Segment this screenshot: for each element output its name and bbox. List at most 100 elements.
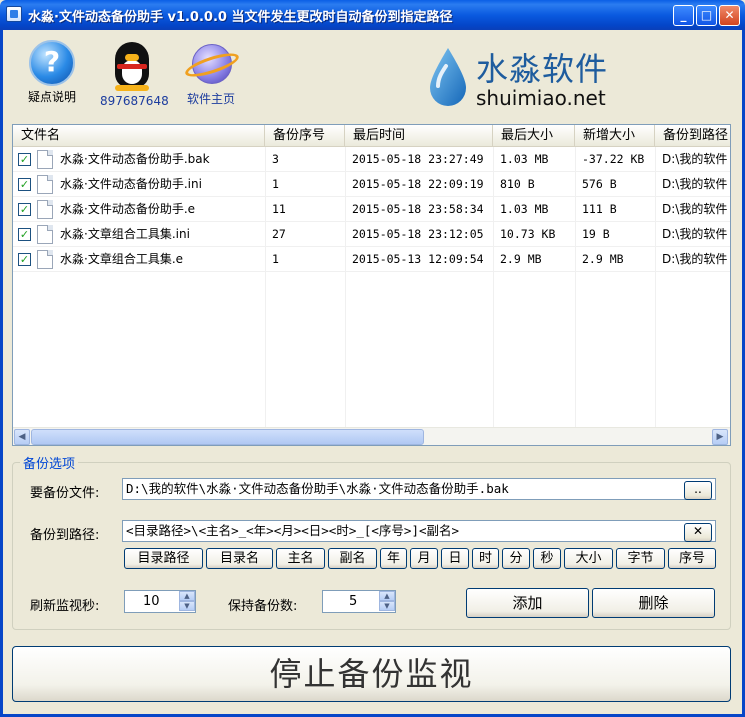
- backup-file-list[interactable]: 文件名 备份序号 最后时间 最后大小 新增大小 备份到路径 ✓ 水淼·文件动态备…: [12, 124, 731, 446]
- keep-backups-stepper[interactable]: 5 ▲ ▼: [322, 590, 396, 613]
- cell-seq: 11: [272, 202, 286, 216]
- spin-up-icon[interactable]: ▲: [179, 591, 195, 601]
- token-button-ext-name[interactable]: 副名: [328, 548, 377, 569]
- cell-time: 2015-05-18 23:12:05: [352, 227, 484, 241]
- homepage-button[interactable]: 软件主页: [178, 40, 244, 107]
- token-button-second[interactable]: 秒: [533, 548, 561, 569]
- stop-monitoring-button[interactable]: 停止备份监视: [12, 646, 731, 702]
- cell-added-size: -37.22 KB: [582, 152, 645, 166]
- cell-path: D:\我的软件: [662, 227, 728, 241]
- cell-added-size: 111 B: [582, 202, 617, 216]
- cell-seq: 27: [272, 227, 286, 241]
- spin-up-icon[interactable]: ▲: [379, 591, 395, 601]
- token-button-minute[interactable]: 分: [502, 548, 530, 569]
- token-button-seq[interactable]: 序号: [668, 548, 716, 569]
- token-button-day[interactable]: 日: [441, 548, 469, 569]
- refresh-seconds-label: 刷新监视秒:: [30, 599, 100, 614]
- cell-seq: 1: [272, 177, 279, 191]
- file-icon: [37, 250, 53, 269]
- refresh-seconds-value: 10: [143, 594, 160, 609]
- cell-seq: 1: [272, 252, 279, 266]
- token-button-bytes[interactable]: 字节: [616, 548, 665, 569]
- cell-filename: 水淼·文件动态备份助手.bak: [60, 152, 210, 166]
- source-file-input[interactable]: D:\我的软件\水淼·文件动态备份助手\水淼·文件动态备份助手.bak: [122, 478, 716, 500]
- token-button-year[interactable]: 年: [380, 548, 407, 569]
- table-row[interactable]: ✓ 水淼·文件动态备份助手.ini 1 2015-05-18 22:09:19 …: [13, 172, 730, 197]
- spin-down-icon[interactable]: ▼: [179, 601, 195, 611]
- table-row[interactable]: ✓ 水淼·文章组合工具集.e 1 2015-05-13 12:09:54 2.9…: [13, 247, 730, 272]
- cell-time: 2015-05-18 23:58:34: [352, 202, 484, 216]
- column-header-path[interactable]: 备份到路径: [655, 125, 730, 147]
- token-button-main-name[interactable]: 主名: [276, 548, 325, 569]
- column-header-seq[interactable]: 备份序号: [265, 125, 345, 147]
- token-button-hour[interactable]: 时: [472, 548, 499, 569]
- cell-last-size: 2.9 MB: [500, 252, 542, 266]
- brand-logo: 水淼软件 shuimiao.net: [426, 42, 626, 112]
- browse-button[interactable]: ..: [684, 481, 712, 500]
- spin-down-icon[interactable]: ▼: [379, 601, 395, 611]
- row-checkbox[interactable]: ✓: [18, 203, 31, 216]
- table-row[interactable]: ✓ 水淼·文件动态备份助手.e 11 2015-05-18 23:58:34 1…: [13, 197, 730, 222]
- window-title: 水淼·文件动态备份助手 v1.0.0.0 当文件发生更改时自动备份到指定路径: [28, 10, 453, 25]
- dest-path-input[interactable]: <目录路径>\<主名>_<年><月><日><时>_[<序号>]<副名>: [122, 520, 716, 542]
- table-row[interactable]: ✓ 水淼·文章组合工具集.ini 27 2015-05-18 23:12:05 …: [13, 222, 730, 247]
- water-drop-icon: [430, 48, 466, 106]
- homepage-label: 软件主页: [186, 92, 235, 106]
- backup-options-title: 备份选项: [20, 453, 79, 472]
- row-checkbox[interactable]: ✓: [18, 153, 31, 166]
- horizontal-scrollbar[interactable]: ◀ ▶: [13, 427, 730, 445]
- help-button[interactable]: ? 疑点说明: [24, 40, 80, 105]
- cell-filename: 水淼·文件动态备份助手.ini: [60, 177, 202, 191]
- qq-button[interactable]: 897687648: [100, 40, 169, 108]
- column-header-filename[interactable]: 文件名: [13, 125, 265, 147]
- cell-last-size: 1.03 MB: [500, 202, 549, 216]
- table-header: 文件名 备份序号 最后时间 最后大小 新增大小 备份到路径: [13, 125, 730, 147]
- cell-added-size: 2.9 MB: [582, 252, 624, 266]
- app-icon: [6, 6, 22, 22]
- cell-last-size: 10.73 KB: [500, 227, 556, 241]
- column-header-time[interactable]: 最后时间: [345, 125, 493, 147]
- delete-button[interactable]: 删除: [592, 588, 715, 618]
- file-icon: [37, 200, 53, 219]
- minimize-button[interactable]: _: [673, 5, 694, 26]
- token-button-size[interactable]: 大小: [564, 548, 613, 569]
- window-frame-left: [0, 30, 3, 717]
- dest-path-label: 备份到路径:: [30, 528, 100, 543]
- table-row[interactable]: ✓ 水淼·文件动态备份助手.bak 3 2015-05-18 23:27:49 …: [13, 147, 730, 172]
- brand-name: 水淼软件: [476, 50, 609, 88]
- file-icon: [37, 150, 53, 169]
- keep-backups-label: 保持备份数:: [228, 599, 298, 614]
- cell-time: 2015-05-18 22:09:19: [352, 177, 484, 191]
- globe-icon: [182, 40, 242, 88]
- row-checkbox[interactable]: ✓: [18, 253, 31, 266]
- column-header-added-size[interactable]: 新增大小: [575, 125, 655, 147]
- cell-path: D:\我的软件: [662, 252, 728, 266]
- token-button-dir-path[interactable]: 目录路径: [124, 548, 203, 569]
- maximize-button[interactable]: □: [696, 5, 717, 26]
- scroll-thumb[interactable]: [31, 429, 424, 445]
- brand-url: shuimiao.net: [476, 86, 606, 110]
- column-header-last-size[interactable]: 最后大小: [493, 125, 575, 147]
- clear-path-button[interactable]: ✕: [684, 523, 712, 542]
- refresh-seconds-stepper[interactable]: 10 ▲ ▼: [124, 590, 196, 613]
- close-button[interactable]: ✕: [719, 5, 740, 26]
- cell-time: 2015-05-13 12:09:54: [352, 252, 484, 266]
- cell-filename: 水淼·文章组合工具集.ini: [60, 227, 190, 241]
- qq-penguin-icon: [109, 40, 155, 92]
- file-icon: [37, 225, 53, 244]
- qq-label: 897687648: [100, 94, 169, 108]
- cell-seq: 3: [272, 152, 279, 166]
- token-button-dir-name[interactable]: 目录名: [206, 548, 273, 569]
- token-button-month[interactable]: 月: [410, 548, 438, 569]
- cell-path: D:\我的软件: [662, 152, 728, 166]
- scroll-right-button[interactable]: ▶: [712, 429, 728, 445]
- row-checkbox[interactable]: ✓: [18, 178, 31, 191]
- cell-added-size: 576 B: [582, 177, 617, 191]
- title-bar[interactable]: 水淼·文件动态备份助手 v1.0.0.0 当文件发生更改时自动备份到指定路径 _…: [0, 0, 745, 30]
- add-button[interactable]: 添加: [466, 588, 589, 618]
- cell-added-size: 19 B: [582, 227, 610, 241]
- keep-backups-value: 5: [349, 594, 358, 609]
- scroll-left-button[interactable]: ◀: [14, 429, 30, 445]
- row-checkbox[interactable]: ✓: [18, 228, 31, 241]
- help-label: 疑点说明: [27, 90, 76, 104]
